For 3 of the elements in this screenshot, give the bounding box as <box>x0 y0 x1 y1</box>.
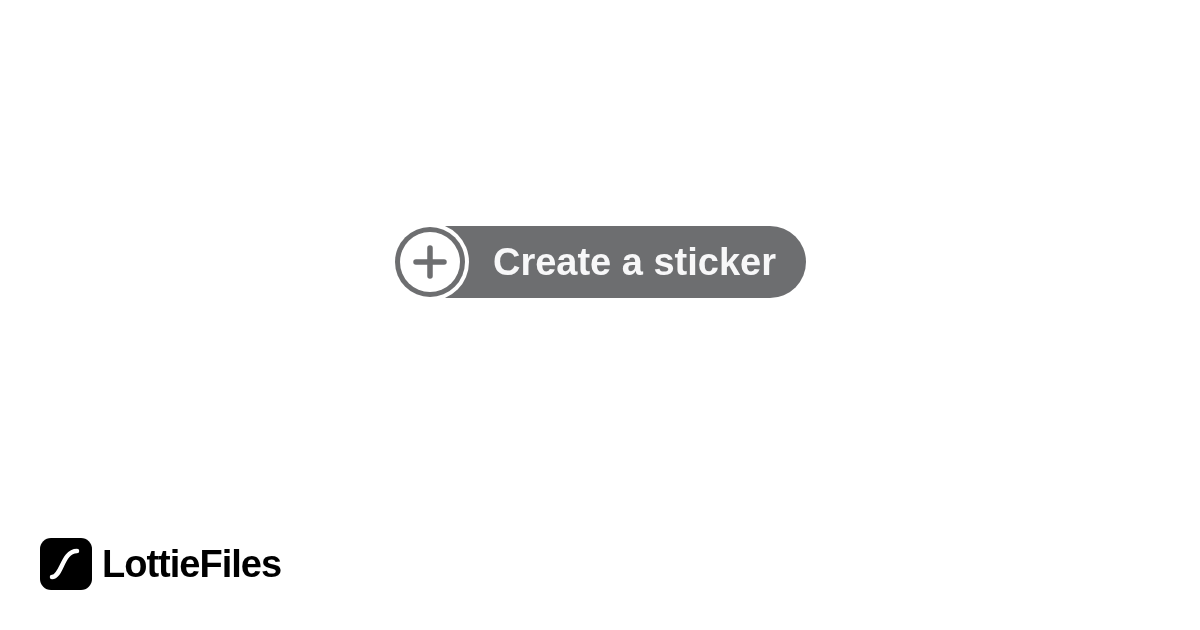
logo-icon <box>40 538 92 590</box>
brand-name: LottieFiles <box>102 542 282 586</box>
create-sticker-button[interactable]: Create a sticker <box>393 226 807 298</box>
